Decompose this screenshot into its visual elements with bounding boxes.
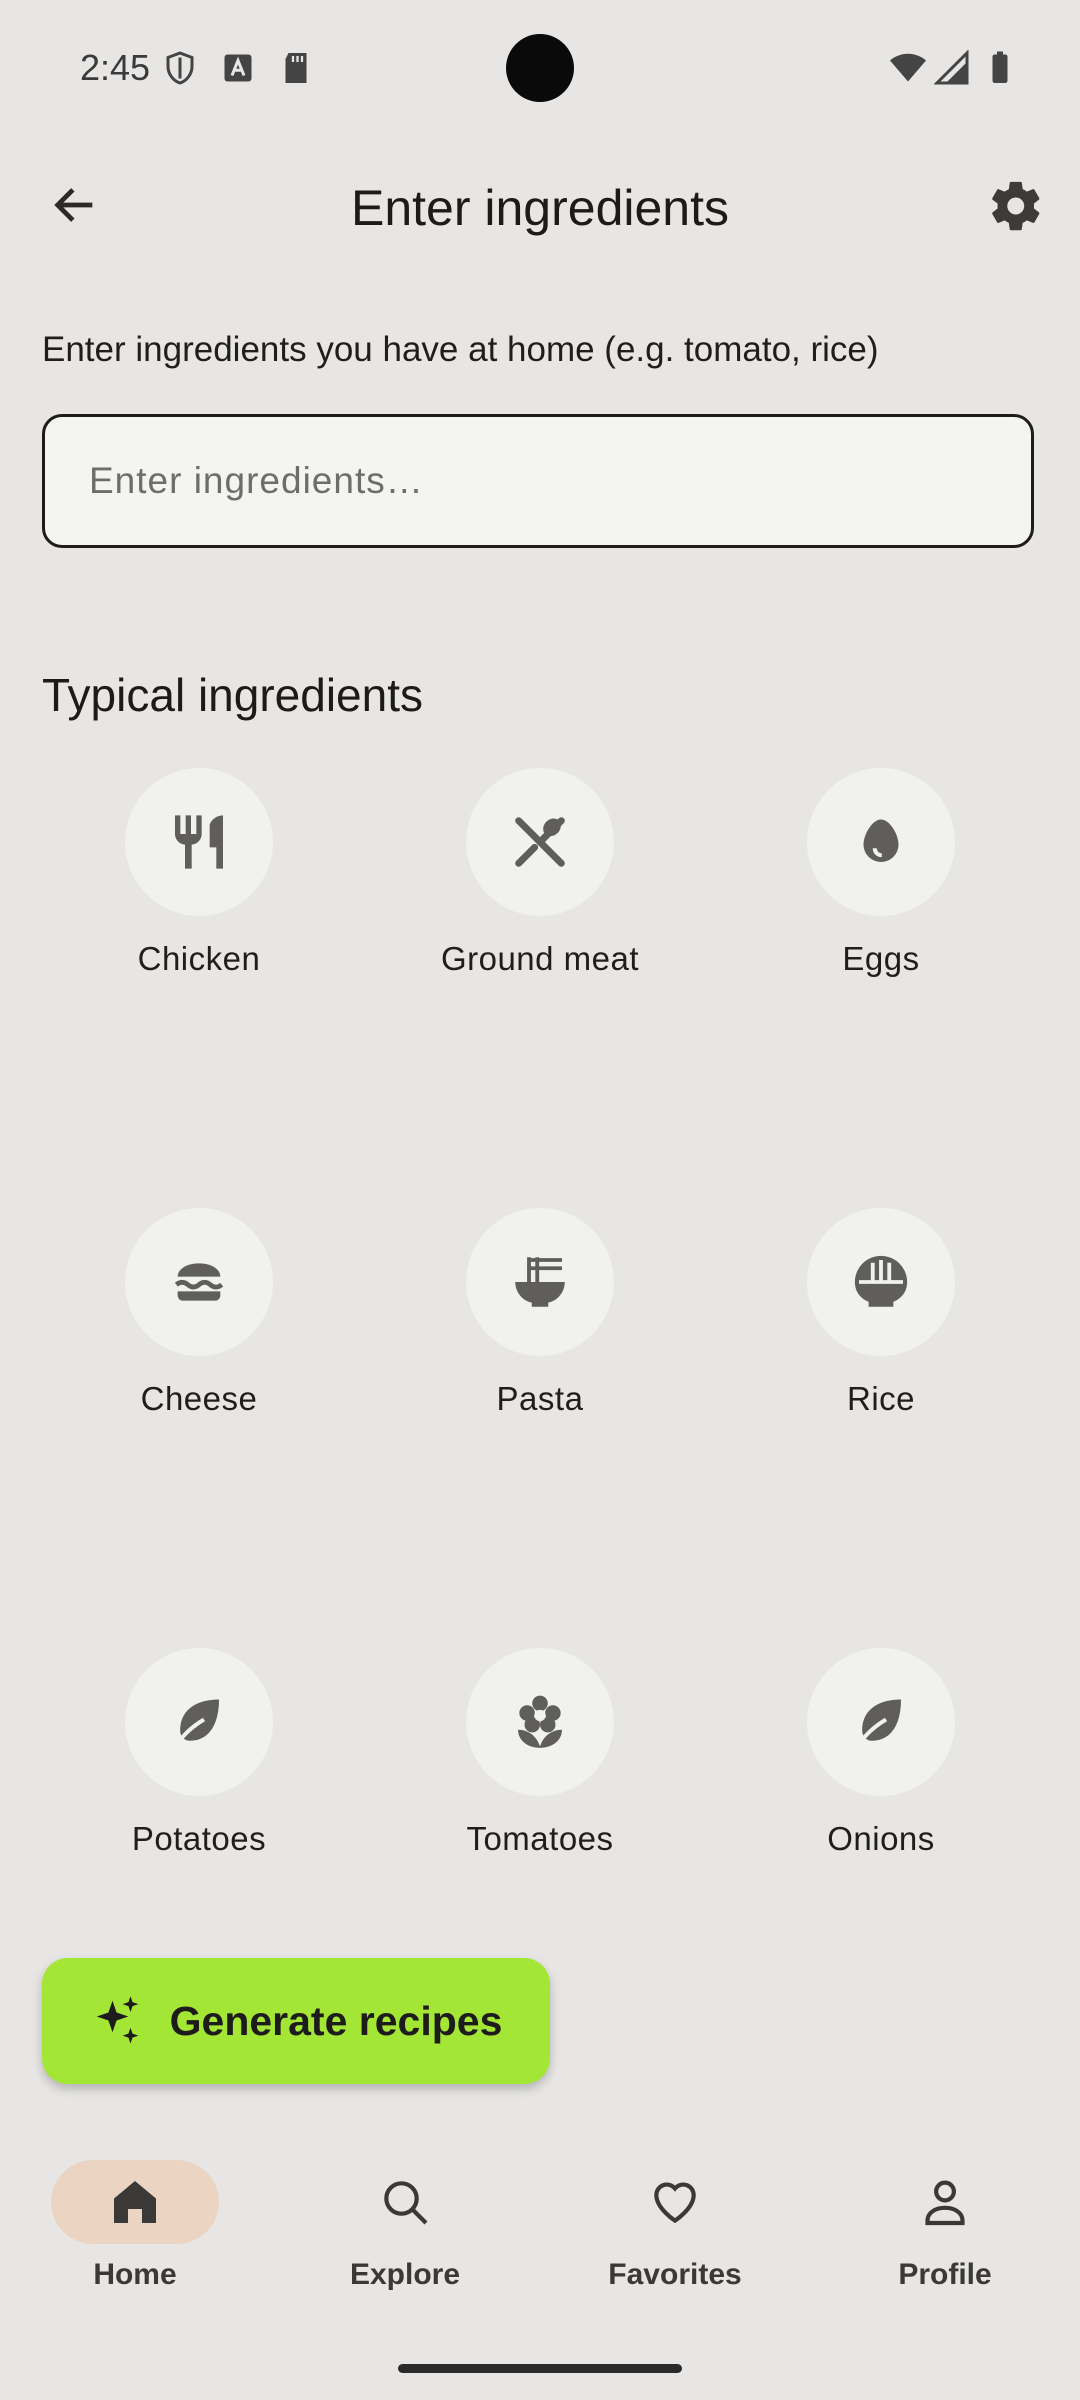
page-title: Enter ingredients [350, 180, 729, 236]
wifi-icon [890, 53, 926, 82]
ingredient-icon-circle [125, 1208, 273, 1356]
ingredient-icon-circle [807, 1208, 955, 1356]
nav-favorites[interactable]: Favorites [575, 2160, 775, 2310]
home-indicator[interactable] [398, 2364, 682, 2373]
battery-icon [992, 51, 1008, 83]
ingredient-label: Cheese [140, 1380, 258, 1417]
ingredient-rice[interactable]: Rice [711, 1208, 1051, 1448]
ingredient-potatoes[interactable]: Potatoes [29, 1648, 369, 1888]
section-title: Typical ingredients [42, 669, 423, 721]
ingredient-icon-circle [466, 1648, 614, 1796]
nav-home[interactable]: Home [35, 2160, 235, 2310]
ingredients-input[interactable] [45, 417, 1031, 545]
sparkles-icon [96, 1996, 138, 2044]
ingredient-label: Tomatoes [466, 1820, 614, 1857]
ingredient-label: Ground meat [440, 940, 640, 977]
ingredient-label: Rice [846, 1380, 916, 1417]
font-icon [224, 54, 252, 82]
rice-bowl-icon [854, 1255, 908, 1307]
ingredient-label: Onions [827, 1820, 935, 1857]
ingredient-eggs[interactable]: Eggs [711, 768, 1051, 1008]
search-icon [384, 2181, 428, 2225]
nav-label: Home [93, 2258, 177, 2291]
ingredient-pasta[interactable]: Pasta [370, 1208, 710, 1448]
ingredient-label: Potatoes [131, 1820, 267, 1857]
generate-recipes-button[interactable]: Generate recipes [42, 1958, 550, 2084]
leaf-icon [174, 1699, 219, 1746]
ingredient-onions[interactable]: Onions [711, 1648, 1051, 1888]
ingredient-cheese[interactable]: Cheese [29, 1208, 369, 1448]
ingredient-icon-circle [807, 768, 955, 916]
ingredient-label: Pasta [496, 1380, 584, 1417]
ingredient-icon-circle [125, 1648, 273, 1796]
utensils-icon [515, 817, 565, 867]
ingredient-icon-circle [466, 768, 614, 916]
nav-active-indicator [51, 2160, 219, 2244]
heart-icon [654, 2182, 696, 2224]
instruction-text: Enter ingredients you have at home (e.g.… [42, 330, 879, 369]
generate-recipes-label: Generate recipes [169, 1997, 503, 2044]
ingredient-tomatoes[interactable]: Tomatoes [370, 1648, 710, 1888]
ingredient-icon-circle [125, 768, 273, 916]
nav-label: Profile [898, 2258, 992, 2291]
ingredient-label: Chicken [137, 940, 261, 977]
nav-explore[interactable]: Explore [305, 2160, 505, 2310]
shield-icon [166, 51, 194, 85]
ingredient-label: Eggs [842, 940, 920, 977]
flower-icon [518, 1695, 562, 1748]
signal-icon [934, 50, 969, 85]
ingredients-input-box[interactable] [42, 414, 1034, 548]
ingredient-chicken[interactable]: Chicken [29, 768, 369, 1008]
status-time: 2:45 [80, 47, 151, 88]
nav-label: Favorites [608, 2258, 742, 2291]
settings-button[interactable] [980, 170, 1052, 242]
nav-icon-holder [321, 2160, 489, 2244]
ingredient-ground-meat[interactable]: Ground meat [370, 768, 710, 1008]
gear-icon [992, 181, 1040, 231]
person-icon [925, 2180, 965, 2226]
egg-icon [863, 819, 899, 862]
home-icon [114, 2181, 156, 2223]
ingredient-icon-circle [807, 1648, 955, 1796]
nav-profile[interactable]: Profile [845, 2160, 1045, 2310]
nav-icon-holder [861, 2160, 1029, 2244]
camera-cutout [506, 34, 574, 102]
leaf-icon [856, 1699, 901, 1746]
restaurant-icon [175, 815, 223, 869]
ramen-icon [515, 1257, 565, 1307]
sd-card-icon [285, 53, 307, 83]
nav-label: Explore [349, 2258, 461, 2291]
nav-icon-holder [591, 2160, 759, 2244]
ingredient-icon-circle [466, 1208, 614, 1356]
burger-icon [174, 1263, 224, 1301]
